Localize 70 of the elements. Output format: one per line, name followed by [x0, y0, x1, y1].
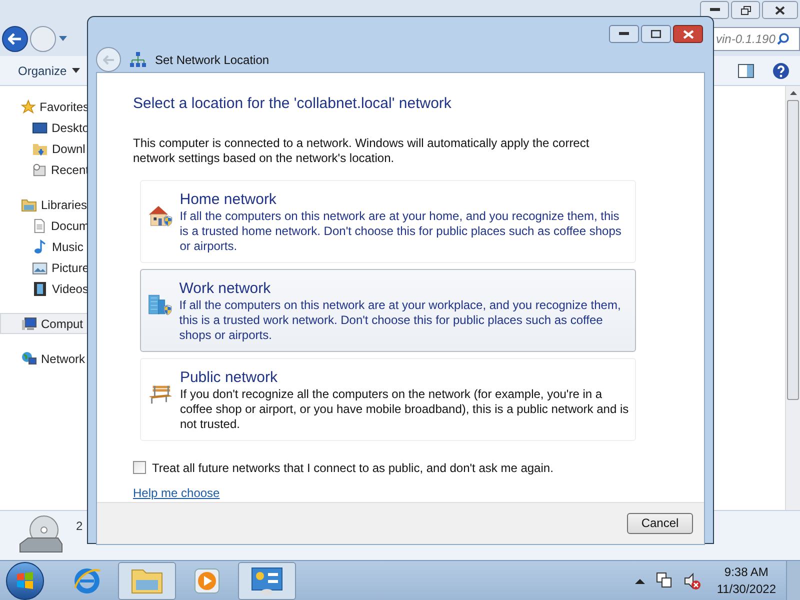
library-icon — [21, 196, 37, 212]
desktop-icon — [32, 120, 48, 136]
preview-pane-icon — [738, 64, 754, 78]
checkbox[interactable] — [133, 461, 146, 474]
muted-speaker-icon — [682, 572, 701, 590]
cancel-button[interactable]: Cancel — [627, 512, 693, 534]
option-description: If all the computers on this network are at your home, and you recognize them, this is a trusted home network. Don't choose this for public places such as coffee shops or airports. — [180, 208, 622, 254]
back-arrow-icon — [8, 33, 22, 45]
search-field[interactable]: vin-0.1.190 — [713, 27, 800, 51]
close-button[interactable] — [762, 1, 798, 19]
network-icon — [21, 350, 37, 366]
dropdown-caret-icon — [58, 36, 68, 42]
network-option[interactable]: Work network If all the computers on this network are at your workplace, and you recognize them, this is a trusted work network. Don't choose this for public places such as coffee shops or airports. — [140, 268, 636, 352]
details-text: 2 — [76, 518, 83, 535]
search-text: vin-0.1.190 — [716, 31, 776, 48]
nav-item[interactable]: Favorites — [0, 96, 90, 117]
checkbox-label: Treat all future networks that I connect to as public, and don't ask me again. — [152, 460, 554, 476]
network-option[interactable]: Home network If all the computers on this network are at your home, and you recognize them, this is a trusted home network. Don't choose this for public places such as coffee shops or airports. — [140, 180, 636, 262]
maximize-button[interactable] — [641, 25, 671, 43]
search-icon — [777, 33, 790, 45]
dialog-heading: Select a location for the 'collabnet.local' network — [133, 94, 452, 114]
option-description: If you don't recognize all the computers on the network (for example, you're in a coffee shop or airport, or you have mobile broadband), this is a public network and is not trusted. — [180, 386, 630, 432]
network-option[interactable]: Public network If you don't recognize all the computers on the network (for example, you're in a coffee shop or airport, or you have mobile broadband), this is a public network and is not trusted. — [140, 358, 636, 440]
close-button[interactable] — [673, 25, 703, 43]
nav-item[interactable]: Music — [0, 236, 90, 257]
nav-item[interactable]: Comput — [0, 313, 90, 334]
recent-icon — [32, 162, 47, 178]
help-icon — [772, 62, 790, 80]
option-title: Work network — [179, 280, 272, 298]
window-title: Set Network Location — [155, 52, 270, 68]
music-note-icon — [32, 238, 48, 254]
clock-time: 9:38 AM — [724, 564, 768, 580]
picture-icon — [32, 260, 48, 276]
nav-item[interactable]: Libraries — [0, 194, 90, 215]
minimize-button[interactable] — [609, 25, 639, 43]
film-icon — [32, 280, 48, 296]
show-hidden-icons-icon — [634, 578, 645, 584]
play-icon — [192, 566, 222, 596]
option-description: If all the computers on this network are at your workplace, and you recognize them, this is a trusted work network. Don't choose this for public places such as coffee shops or airports. — [179, 298, 622, 342]
maximize-icon — [651, 30, 661, 38]
browser-icon — [72, 566, 102, 596]
windows-logo-icon — [15, 570, 35, 590]
caret-icon — [72, 68, 80, 73]
restore-icon — [740, 6, 750, 14]
help-link[interactable]: Help me choose — [133, 484, 220, 502]
minimize-icon — [710, 8, 720, 12]
back-arrow-icon — [102, 54, 114, 64]
intro-text: This computer is connected to a network. Windows will automatically apply the correct network settings based on the network's location. — [133, 136, 590, 166]
taskbar-button[interactable] — [238, 562, 296, 600]
back-button[interactable] — [2, 26, 28, 52]
start-button[interactable] — [6, 562, 44, 600]
network-status-icon — [654, 572, 673, 590]
document-icon — [32, 218, 47, 234]
option-title: Home network — [180, 190, 278, 208]
network-icon — [129, 52, 147, 68]
star-icon — [21, 98, 36, 114]
nav-item[interactable]: Downl — [0, 138, 90, 159]
option-title: Public network — [180, 368, 278, 386]
computer-icon — [21, 316, 37, 332]
clock-date: 11/30/2022 — [716, 580, 776, 598]
minimize-icon — [619, 32, 629, 36]
organize-button[interactable]: Organize — [10, 62, 88, 80]
nav-item[interactable]: Network — [0, 348, 90, 369]
nav-item[interactable]: Videos — [0, 278, 90, 299]
close-icon — [682, 30, 694, 38]
control-panel-icon — [250, 566, 284, 596]
scrollbar[interactable] — [785, 86, 800, 510]
minimize-button[interactable] — [700, 1, 729, 19]
close-icon — [775, 6, 785, 14]
restore-button[interactable] — [731, 1, 760, 19]
